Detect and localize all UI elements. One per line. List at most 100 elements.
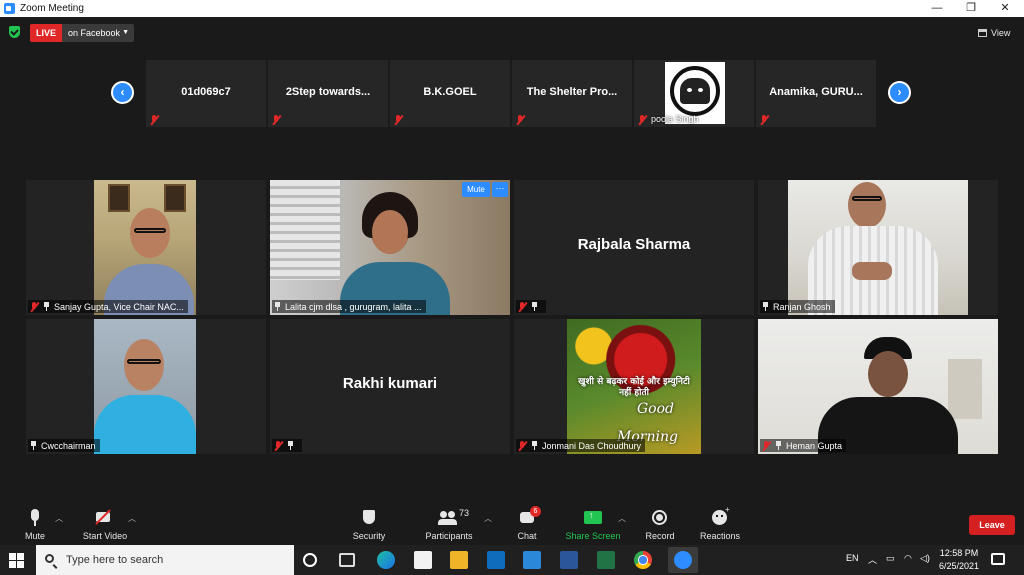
microphone-icon [20, 508, 50, 528]
taskbar-search-box[interactable]: Type here to search [36, 545, 294, 575]
video-tile[interactable]: Heman Gupta [758, 319, 998, 454]
pin-icon [287, 441, 294, 450]
share-options-chevron-icon[interactable]: ︿ [618, 513, 626, 524]
chrome-icon[interactable] [634, 551, 652, 569]
windows-taskbar: Type here to search EN ︿ ▭ ◠ ◁) 12:58 PM… [0, 545, 1024, 575]
file-explorer-icon[interactable] [450, 551, 468, 569]
mute-label: Mute [24, 531, 45, 541]
video-tile[interactable]: Rajbala Sharma [514, 180, 754, 315]
view-button[interactable]: View [978, 25, 1018, 40]
video-off-icon [78, 508, 132, 528]
strip-tile[interactable]: B.K.GOEL [390, 60, 510, 127]
zoom-app-icon [4, 3, 15, 14]
mic-muted-icon [274, 440, 283, 451]
video-tile[interactable]: Sanjay Gupta, Vice Chair NAC... [26, 180, 266, 315]
participant-video [94, 180, 196, 315]
cortana-icon[interactable] [303, 553, 317, 567]
live-badge[interactable]: LIVE [30, 24, 62, 42]
record-icon [642, 508, 678, 528]
mic-muted-icon [272, 115, 281, 125]
video-tile[interactable]: Rakhi kumari [270, 319, 510, 454]
participant-label: Cwcchairman [28, 439, 100, 452]
security-shield-icon [350, 508, 388, 528]
volume-icon[interactable]: ◁) [920, 553, 930, 564]
strip-tile[interactable]: 2Step towards... [268, 60, 388, 127]
notifications-icon[interactable] [991, 553, 1005, 565]
taskbar-clock[interactable]: 12:58 PM 6/25/2021 [936, 547, 982, 573]
input-language[interactable]: EN [846, 553, 859, 563]
strip-participant-name: The Shelter Pro... [526, 86, 618, 98]
battery-icon[interactable]: ▭ [886, 553, 895, 564]
microsoft-store-icon[interactable] [414, 551, 432, 569]
participant-video [94, 319, 196, 454]
video-options-chevron-icon[interactable]: ︿ [128, 513, 136, 524]
participants-count: 73 [459, 508, 470, 518]
mute-button[interactable]: Mute [20, 508, 50, 541]
close-button[interactable]: ✕ [990, 0, 1020, 17]
record-label: Record [645, 531, 675, 541]
video-tile[interactable]: Cwcchairman [26, 319, 266, 454]
chat-button[interactable]: 6 Chat [512, 506, 542, 541]
participant-name: Cwcchairman [41, 440, 96, 451]
participant-label: Sanjay Gupta, Vice Chair NAC... [28, 300, 188, 313]
chat-icon: 6 [512, 506, 542, 528]
video-tile[interactable]: Ranjan Ghosh [758, 180, 998, 315]
mic-muted-icon [762, 440, 771, 451]
record-button[interactable]: Record [642, 508, 678, 541]
participants-button[interactable]: 73 Participants [424, 508, 474, 541]
participants-icon: 73 [424, 508, 474, 528]
participant-name: Jonmani Das Choudhury [542, 440, 642, 451]
network-icon[interactable]: ◠ [904, 553, 912, 564]
strip-tile[interactable]: Anamika, GURU... [756, 60, 876, 127]
participants-options-chevron-icon[interactable]: ︿ [484, 513, 492, 524]
encryption-shield-icon[interactable] [9, 26, 20, 38]
outlook-icon[interactable] [523, 551, 541, 569]
mail-icon[interactable] [487, 551, 505, 569]
live-stream-dropdown[interactable]: on Facebook ▼ [62, 24, 134, 42]
pin-icon [531, 302, 538, 311]
share-screen-button[interactable]: ↑ Share Screen [564, 508, 622, 541]
start-video-button[interactable]: Start Video [78, 508, 132, 541]
participant-video [758, 319, 998, 454]
mute-options-chevron-icon[interactable]: ︿ [55, 513, 63, 524]
edge-browser-icon[interactable] [377, 551, 395, 569]
pin-icon [43, 302, 50, 311]
zoom-window: Zoom Meeting — ❐ ✕ LIVE on Facebook ▼ Vi… [0, 0, 1024, 575]
mic-muted-icon [518, 301, 527, 312]
security-button[interactable]: Security [350, 508, 388, 541]
mic-muted-icon [30, 301, 39, 312]
tile-more-button[interactable]: ··· [492, 182, 508, 197]
strip-tile[interactable]: 01d069c7 [146, 60, 266, 127]
video-tile[interactable]: Lalita cjm dlsa , gurugram, lalita ... [270, 180, 510, 315]
strip-prev-button[interactable]: ‹ [111, 81, 134, 104]
windows-start-icon[interactable] [9, 553, 24, 568]
tile-mute-button[interactable]: Mute [462, 182, 490, 197]
strip-tile[interactable]: The Shelter Pro... [512, 60, 632, 127]
leave-button[interactable]: Leave [969, 515, 1015, 535]
task-view-icon[interactable] [339, 553, 355, 567]
view-label: View [991, 27, 1011, 38]
pin-icon [274, 302, 281, 311]
image-caption: खुशी से बढ़कर कोई और इम्युनिटी नहीं होती [578, 377, 690, 398]
mic-muted-icon [518, 440, 527, 451]
clock-time: 12:58 PM [939, 548, 979, 558]
mic-muted-icon [516, 115, 525, 125]
tray-expand-chevron-icon[interactable]: ︿ [868, 553, 877, 566]
excel-icon[interactable] [597, 551, 615, 569]
meeting-toolbar: Mute ︿ Start Video ︿ Security 73 Partici… [0, 500, 1024, 545]
zoom-taskbar-icon[interactable] [668, 547, 698, 573]
share-screen-icon: ↑ [564, 508, 622, 528]
strip-tile-label: pooja Singh [634, 60, 754, 127]
video-tile[interactable]: खुशी से बढ़कर कोई और इम्युनिटी नहीं होती… [514, 319, 754, 454]
participant-label [516, 300, 546, 313]
minimize-button[interactable]: — [922, 0, 952, 17]
word-icon[interactable] [560, 551, 578, 569]
reactions-button[interactable]: + Reactions [699, 505, 741, 541]
participant-label: Jonmani Das Choudhury [516, 439, 646, 452]
participant-label: Lalita cjm dlsa , gurugram, lalita ... [272, 300, 426, 313]
participant-label: Heman Gupta [760, 439, 847, 452]
strip-next-button[interactable]: › [888, 81, 911, 104]
participant-video [270, 180, 510, 315]
maximize-button[interactable]: ❐ [956, 0, 986, 17]
view-grid-icon [978, 28, 987, 37]
